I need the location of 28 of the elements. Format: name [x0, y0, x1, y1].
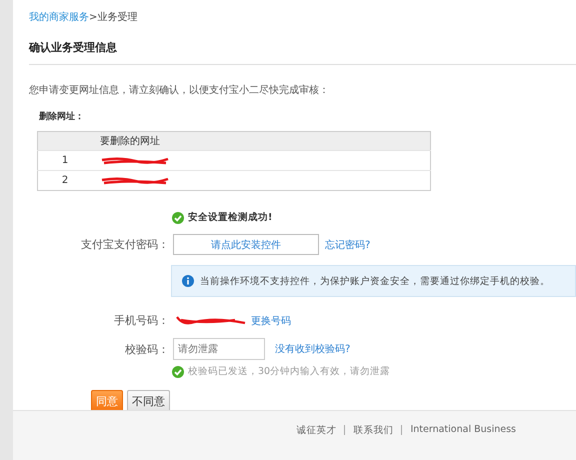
- page-title: 确认业务受理信息: [29, 40, 576, 65]
- no-code-link[interactable]: 没有收到校验码?: [275, 342, 350, 356]
- disagree-button[interactable]: 不同意: [127, 390, 170, 412]
- install-control-button[interactable]: 请点此安装控件: [173, 234, 319, 255]
- code-label: 校验码：: [124, 342, 169, 356]
- notice-text: 当前操作环境不支持控件，为保护账户资金安全，需要通过你绑定手机的校验。: [200, 274, 550, 288]
- change-number-link[interactable]: 更换号码: [251, 314, 291, 328]
- password-label: 支付宝支付密码：: [80, 237, 169, 252]
- footer-link[interactable]: 诚征英才: [296, 424, 336, 437]
- column-header: 要删除的网址: [92, 132, 430, 150]
- footer-link[interactable]: 联系我们: [353, 424, 394, 437]
- hint-text: 校验码已发送，30分钟内输入有效，请勿泄露: [188, 365, 390, 378]
- row-number: 1: [38, 150, 92, 170]
- info-icon: [182, 275, 194, 287]
- breadcrumb-link[interactable]: 我的商家服务: [29, 12, 89, 23]
- check-icon: [172, 212, 184, 224]
- check-icon: [172, 366, 184, 378]
- agree-button[interactable]: 同意: [91, 390, 123, 412]
- forgot-password-link[interactable]: 忘记密码?: [325, 238, 370, 252]
- intro-text: 您申请变更网址信息，请立刻确认，以便支付宝小二尽快完成审核：: [29, 84, 330, 97]
- breadcrumb-current: 业务受理: [97, 12, 138, 23]
- row-number: 2: [38, 170, 92, 190]
- success-message: 安全设置检测成功!: [188, 211, 272, 224]
- phone-label: 手机号码：: [113, 313, 169, 328]
- code-input-field[interactable]: 请勿泄露: [173, 338, 265, 360]
- footer-link[interactable]: International Business: [410, 424, 516, 435]
- section-label: 删除网址：: [39, 110, 85, 123]
- breadcrumb-separator: >: [89, 12, 98, 23]
